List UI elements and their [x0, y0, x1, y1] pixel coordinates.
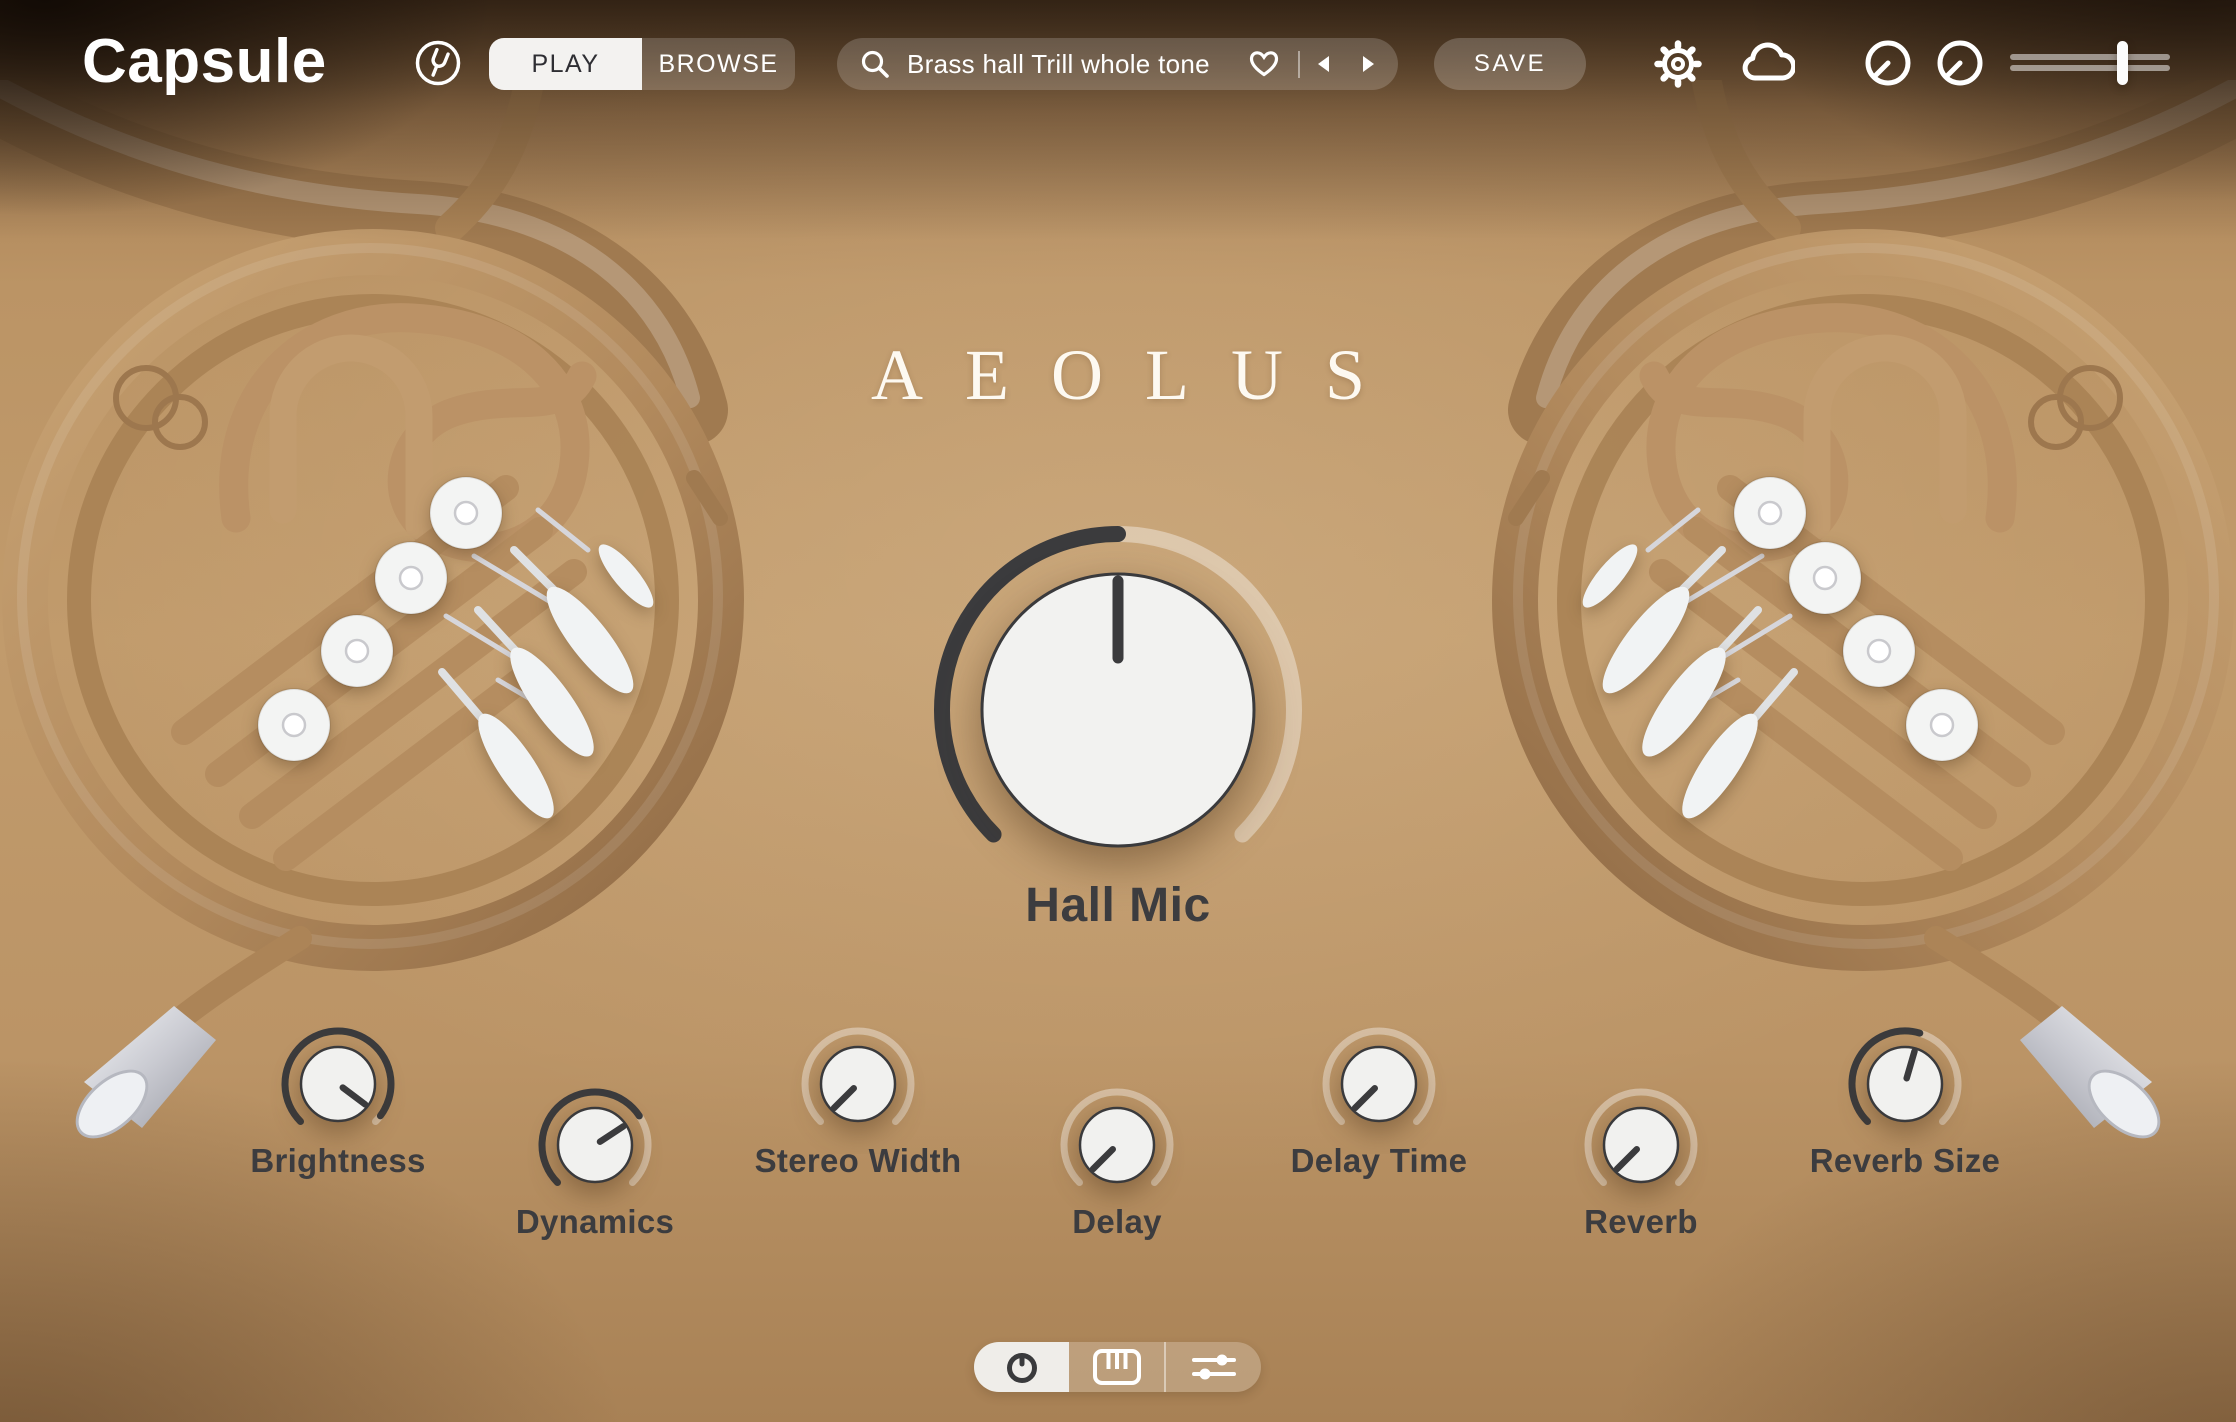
preset-search-bar[interactable]: Brass hall Trill whole tone: [837, 38, 1398, 90]
favorite-heart-icon[interactable]: [1248, 50, 1280, 78]
reverb-size-label: Reverb Size: [1725, 1142, 2085, 1180]
delay-time-label: Delay Time: [1199, 1142, 1559, 1180]
brightness-label: Brightness: [158, 1142, 518, 1180]
tuning-fork-icon[interactable]: [412, 37, 464, 89]
hall-mic-label: Hall Mic: [818, 878, 1418, 933]
reverb-label: Reverb: [1461, 1203, 1821, 1241]
settings-gear-icon[interactable]: [1653, 39, 1703, 89]
knob-panel-icon: [1002, 1347, 1042, 1387]
stereo-width-label: Stereo Width: [678, 1142, 1038, 1180]
cloud-sync-icon[interactable]: [1741, 42, 1795, 86]
tab-play[interactable]: PLAY: [489, 38, 642, 90]
macro-knob-a-icon[interactable]: [1864, 39, 1912, 87]
stereo-width-knob[interactable]: [788, 1014, 928, 1154]
mixer-panel-button[interactable]: [1164, 1342, 1261, 1392]
dynamics-knob[interactable]: [525, 1075, 665, 1215]
hall-mic-knob[interactable]: [908, 500, 1328, 920]
search-divider: [1298, 51, 1300, 78]
capsule-logo: Capsule: [82, 26, 327, 97]
top-bar: Capsule PLAY BROWSE Brass hall Trill who…: [0, 0, 2236, 130]
view-toggle: PLAY BROWSE: [489, 38, 795, 90]
reverb-knob[interactable]: [1571, 1075, 1711, 1215]
volume-slider-handle[interactable]: [2117, 41, 2128, 85]
save-button[interactable]: SAVE: [1434, 38, 1586, 90]
plugin-window: Capsule PLAY BROWSE Brass hall Trill who…: [0, 0, 2236, 1422]
previous-preset-icon[interactable]: [1316, 54, 1331, 74]
panel-switcher: [974, 1342, 1261, 1392]
next-preset-icon[interactable]: [1361, 54, 1376, 74]
knob-panel-button[interactable]: [974, 1342, 1069, 1392]
volume-slider-rail-bottom: [2010, 65, 2170, 71]
dynamics-label: Dynamics: [415, 1203, 775, 1241]
delay-knob[interactable]: [1047, 1075, 1187, 1215]
delay-time-knob[interactable]: [1309, 1014, 1449, 1154]
search-icon: [859, 48, 891, 80]
instrument-title: AEOLUS: [829, 334, 1407, 417]
keyboard-panel-button[interactable]: [1069, 1342, 1164, 1392]
volume-slider[interactable]: [2010, 40, 2170, 86]
brightness-knob[interactable]: [268, 1014, 408, 1154]
preset-name: Brass hall Trill whole tone: [907, 49, 1248, 80]
keyboard-panel-icon: [1093, 1349, 1141, 1385]
reverb-size-knob[interactable]: [1835, 1014, 1975, 1154]
macro-knob-b-icon[interactable]: [1936, 39, 1984, 87]
tab-browse[interactable]: BROWSE: [642, 38, 795, 90]
volume-slider-rail-top: [2010, 54, 2170, 60]
mixer-panel-icon: [1191, 1350, 1237, 1384]
delay-label: Delay: [937, 1203, 1297, 1241]
